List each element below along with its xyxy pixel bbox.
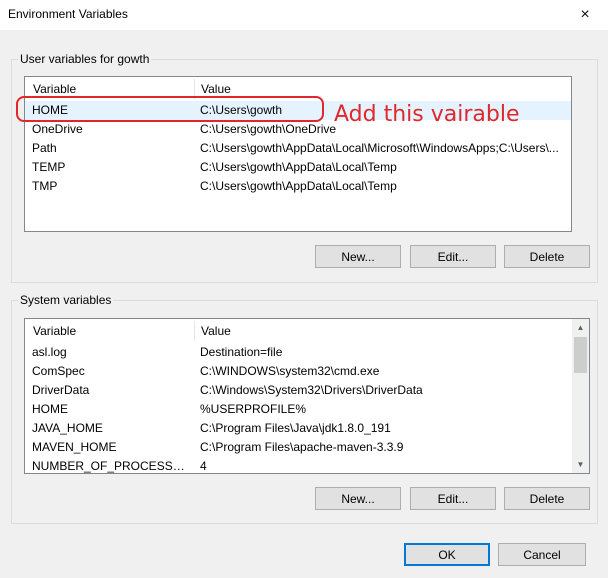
variable-value-cell: C:\Program Files\apache-maven-3.3.9 [200, 440, 404, 454]
variable-name-cell: NUMBER_OF_PROCESSORS [32, 459, 192, 473]
scroll-thumb[interactable] [574, 337, 587, 373]
annotation-highlight-box [16, 96, 324, 122]
table-row[interactable]: NUMBER_OF_PROCESSORS 4 [25, 457, 589, 473]
title-bar: Environment Variables × [0, 0, 608, 30]
variable-name-cell: ComSpec [32, 364, 85, 378]
user-new-button[interactable]: New... [315, 245, 401, 268]
system-variables-header: Variable Value [25, 319, 589, 343]
variable-name-cell: HOME [32, 402, 68, 416]
variable-value-cell: C:\Program Files\Java\jdk1.8.0_191 [200, 421, 391, 435]
system-variables-label: System variables [18, 293, 114, 307]
variable-name-cell: asl.log [32, 345, 67, 359]
variable-value-cell: C:\Users\gowth\AppData\Local\Temp [200, 160, 397, 174]
annotation-text: Add this vairable [334, 102, 520, 127]
variable-name-cell: OneDrive [32, 122, 83, 136]
variable-name-cell: JAVA_HOME [32, 421, 103, 435]
system-new-button[interactable]: New... [315, 487, 401, 510]
table-row[interactable]: HOME %USERPROFILE% [25, 400, 589, 419]
variable-value-cell: C:\Windows\System32\Drivers\DriverData [200, 383, 423, 397]
variable-value-cell: C:\Users\gowth\AppData\Local\Temp [200, 179, 397, 193]
variable-value-cell: 4 [200, 459, 207, 473]
user-edit-button[interactable]: Edit... [410, 245, 496, 268]
table-row[interactable]: ComSpec C:\WINDOWS\system32\cmd.exe [25, 362, 589, 381]
table-row[interactable]: MAVEN_HOME C:\Program Files\apache-maven-… [25, 438, 589, 457]
user-variables-label: User variables for gowth [18, 52, 152, 66]
scroll-up-icon[interactable]: ▲ [572, 319, 589, 336]
table-row[interactable]: DriverData C:\Windows\System32\Drivers\Dr… [25, 381, 589, 400]
table-row[interactable]: asl.log Destination=file [25, 343, 589, 362]
column-header-variable[interactable]: Variable [27, 319, 195, 343]
window-title: Environment Variables [8, 7, 128, 21]
table-row[interactable]: Path C:\Users\gowth\AppData\Local\Microso… [25, 139, 571, 158]
system-variables-list[interactable]: Variable Value asl.log Destination=file Co… [24, 318, 590, 474]
system-variables-scrollbar[interactable]: ▲ ▼ [572, 319, 589, 473]
variable-value-cell: Destination=file [200, 345, 283, 359]
variable-name-cell: TEMP [32, 160, 66, 174]
variable-value-cell: %USERPROFILE% [200, 402, 307, 416]
ok-button[interactable]: OK [404, 543, 490, 566]
column-header-value[interactable]: Value [195, 319, 573, 343]
system-delete-button[interactable]: Delete [504, 487, 590, 510]
variable-name-cell: Path [32, 141, 57, 155]
variable-value-cell: C:\WINDOWS\system32\cmd.exe [200, 364, 380, 378]
variable-value-cell: C:\Users\gowth\AppData\Local\Microsoft\W… [200, 141, 559, 155]
variable-name-cell: DriverData [32, 383, 90, 397]
table-row[interactable]: JAVA_HOME C:\Program Files\Java\jdk1.8.0_… [25, 419, 589, 438]
scroll-down-icon[interactable]: ▼ [572, 456, 589, 473]
system-edit-button[interactable]: Edit... [410, 487, 496, 510]
close-button[interactable]: × [562, 0, 608, 30]
table-row[interactable]: TEMP C:\Users\gowth\AppData\Local\Temp [25, 158, 571, 177]
user-delete-button[interactable]: Delete [504, 245, 590, 268]
table-row[interactable]: TMP C:\Users\gowth\AppData\Local\Temp [25, 177, 571, 196]
variable-name-cell: TMP [32, 179, 58, 193]
cancel-button[interactable]: Cancel [498, 543, 586, 566]
close-icon: × [580, 6, 590, 23]
variable-name-cell: MAVEN_HOME [32, 440, 117, 454]
